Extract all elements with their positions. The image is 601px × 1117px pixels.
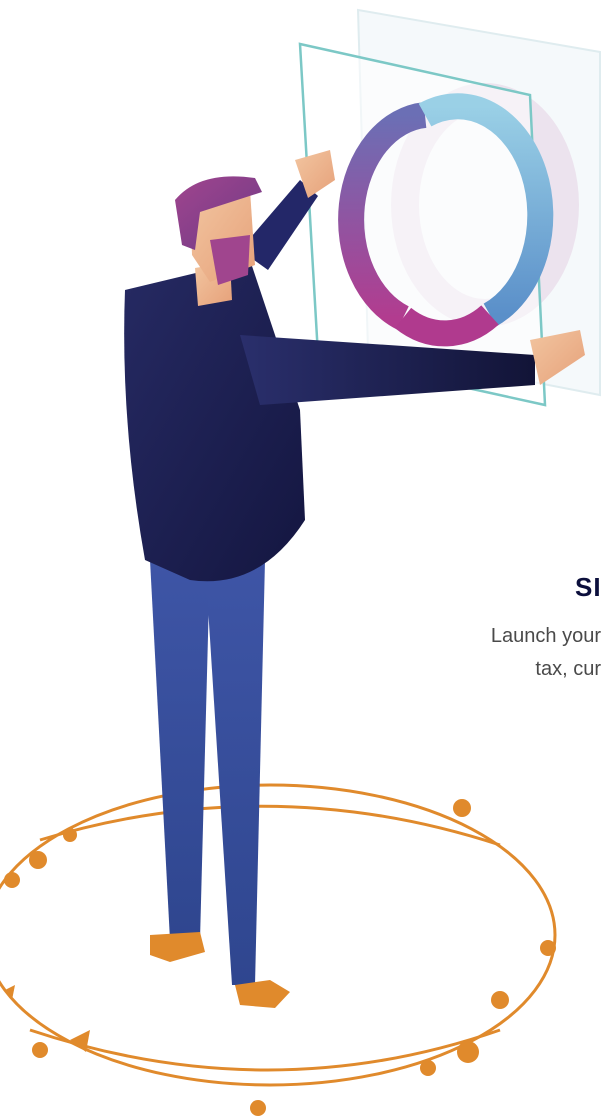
hero-section: SIMI Launch your tax, cur: [0, 0, 601, 1117]
hero-headline: SIMI: [575, 572, 601, 602]
hero-subtext-line-2: tax, cur: [535, 658, 601, 680]
hero-subtext: Launch your tax, cur: [181, 620, 601, 686]
hero-illustration: [0, 8, 601, 1116]
hero-subtext-line-1: Launch your: [490, 625, 601, 647]
